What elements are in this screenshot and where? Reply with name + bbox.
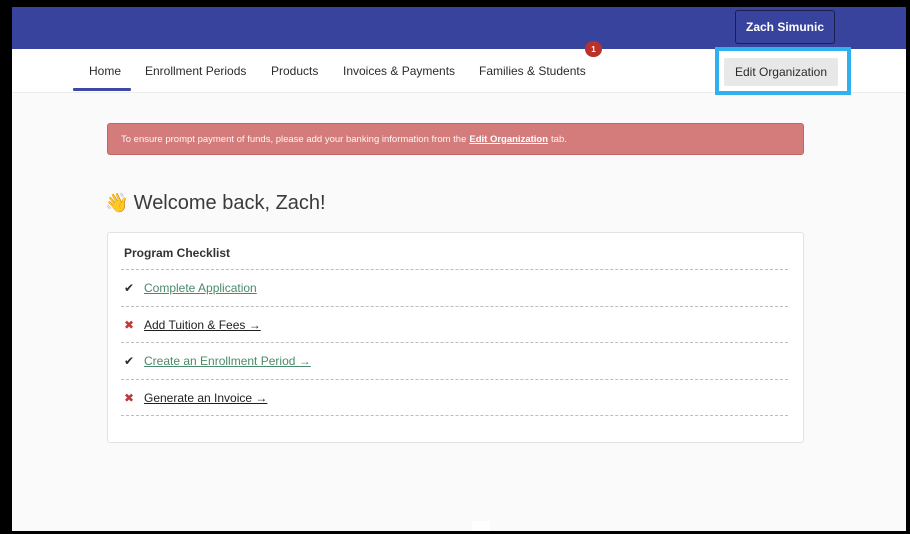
waving-hand-icon: 👋 <box>105 193 129 214</box>
add-tuition-fees-link[interactable]: Add Tuition & Fees → <box>144 318 261 332</box>
check-icon: ✔ <box>124 354 135 368</box>
cross-icon: ✖ <box>124 391 135 405</box>
complete-application-link[interactable]: Complete Application <box>144 281 257 295</box>
notification-badge: 1 <box>585 41 602 57</box>
tab-products[interactable]: Products <box>271 49 318 93</box>
user-menu-button[interactable]: Zach Simunic <box>735 10 835 44</box>
bottom-indicator <box>472 521 490 531</box>
checklist-title: Program Checklist <box>124 246 231 260</box>
welcome-heading: 👋 Welcome back, Zach! <box>105 188 326 218</box>
edit-organization-button[interactable]: Edit Organization <box>724 58 838 86</box>
alert-text-end: tab. <box>551 133 567 145</box>
checklist-item: ✔ Create an Enrollment Period → <box>124 351 311 371</box>
tab-home[interactable]: Home <box>72 49 132 93</box>
divider <box>121 306 788 307</box>
banking-alert: To ensure prompt payment of funds, pleas… <box>107 123 804 155</box>
divider <box>121 415 788 416</box>
welcome-text: Welcome back, Zach! <box>133 191 326 214</box>
create-enrollment-period-link[interactable]: Create an Enrollment Period → <box>144 354 311 368</box>
tab-invoices-payments[interactable]: Invoices & Payments <box>343 49 455 93</box>
app-screen: Zach Simunic Home Enrollment Periods Pro… <box>12 7 906 531</box>
divider <box>121 379 788 380</box>
tab-families-students[interactable]: Families & Students <box>479 49 586 93</box>
check-icon: ✔ <box>124 281 135 295</box>
generate-invoice-link[interactable]: Generate an Invoice → <box>144 391 267 405</box>
divider <box>121 342 788 343</box>
divider <box>121 269 788 270</box>
alert-edit-organization-link[interactable]: Edit Organization <box>469 134 548 145</box>
checklist-item: ✖ Add Tuition & Fees → <box>124 315 261 335</box>
top-bar: Zach Simunic <box>12 7 906 49</box>
program-checklist-card: Program Checklist ✔ Complete Application… <box>107 232 804 443</box>
window-frame: Zach Simunic Home Enrollment Periods Pro… <box>0 0 910 534</box>
alert-text: To ensure prompt payment of funds, pleas… <box>121 133 467 145</box>
checklist-item: ✔ Complete Application <box>124 278 257 298</box>
tab-enrollment-periods[interactable]: Enrollment Periods <box>145 49 246 93</box>
checklist-item: ✖ Generate an Invoice → <box>124 388 267 408</box>
cross-icon: ✖ <box>124 318 135 332</box>
